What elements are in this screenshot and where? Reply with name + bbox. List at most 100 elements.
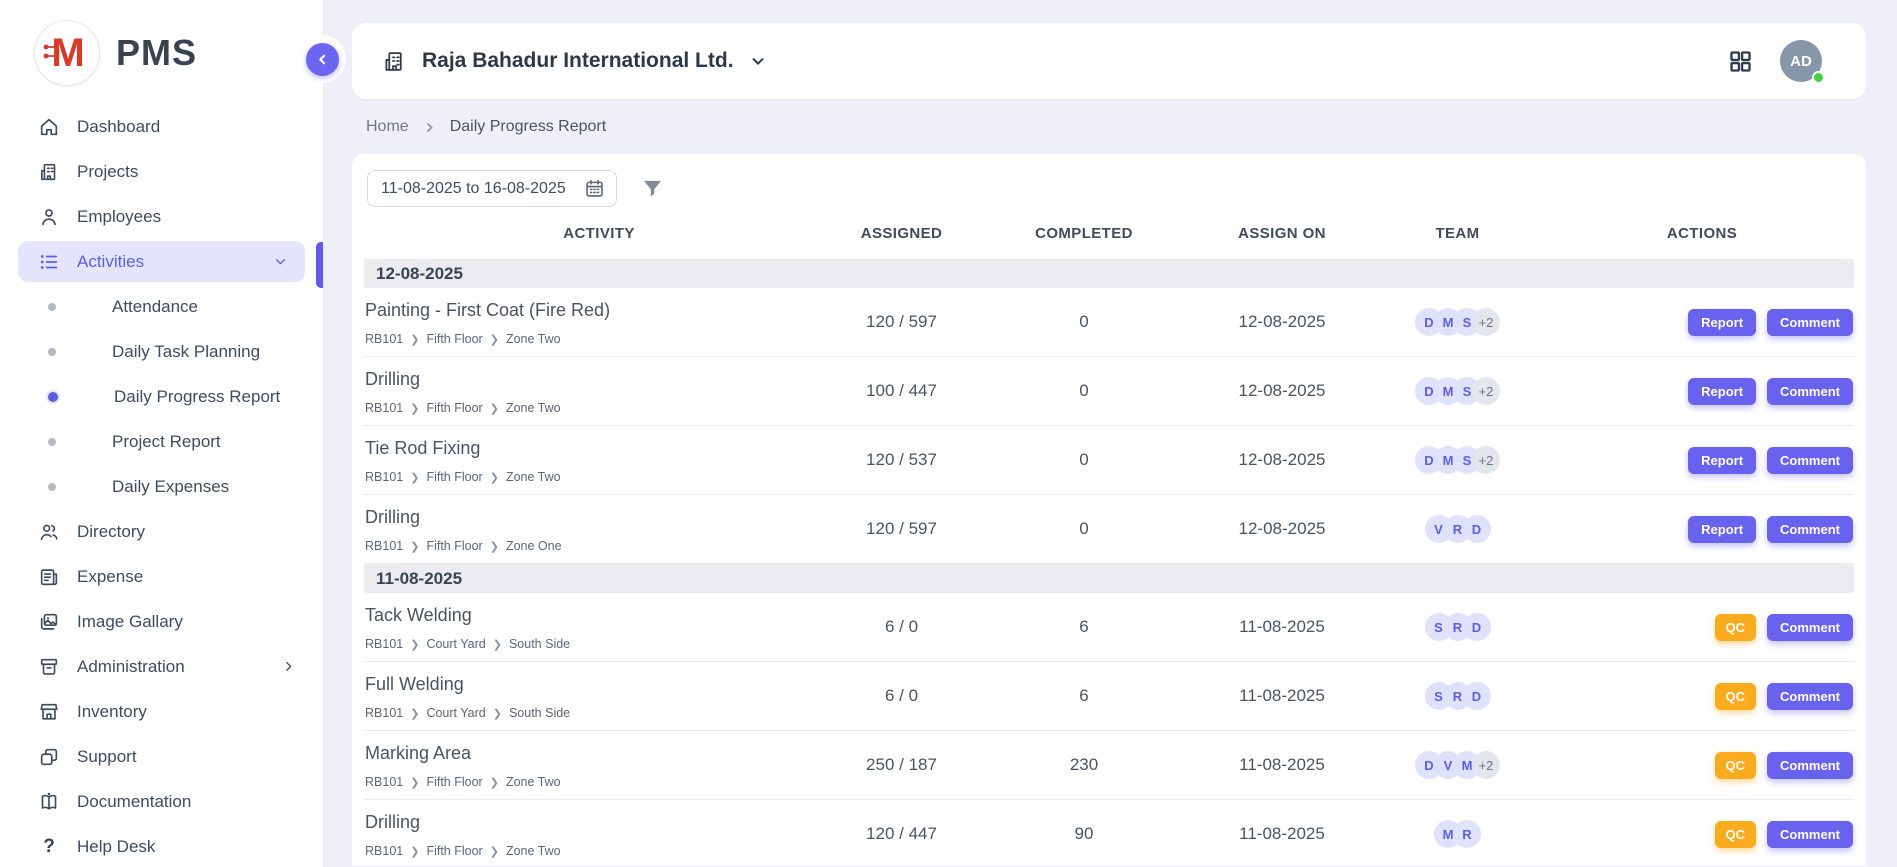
sidebar-item-project-report[interactable]: Project Report <box>0 419 323 464</box>
comment-button[interactable]: Comment <box>1767 309 1853 336</box>
sidebar-item-inventory[interactable]: Inventory <box>0 689 323 734</box>
activity-cell: Marking AreaRB101❯Fifth Floor❯Zone Two <box>364 741 834 789</box>
report-button[interactable]: Report <box>1688 447 1756 474</box>
assign-on-value: 11-08-2025 <box>1199 824 1365 844</box>
path-segment: South Side <box>509 637 570 651</box>
path-chevron-icon: ❯ <box>490 776 499 789</box>
team-avatar[interactable]: D <box>1463 613 1491 641</box>
sidebar-item-projects[interactable]: Projects <box>0 149 323 194</box>
assign-on-value: 12-08-2025 <box>1199 312 1365 332</box>
comment-button[interactable]: Comment <box>1767 614 1853 641</box>
comment-button[interactable]: Comment <box>1767 378 1853 405</box>
path-segment: RB101 <box>365 706 403 720</box>
assign-on-value: 11-08-2025 <box>1199 686 1365 706</box>
sidebar-item-daily-expenses[interactable]: Daily Expenses <box>0 464 323 509</box>
completed-value: 6 <box>969 686 1199 706</box>
sidebar-item-label: Employees <box>77 207 161 227</box>
path-segment: Court Yard <box>426 637 485 651</box>
chevron-down-icon <box>749 52 767 70</box>
sidebar-item-dashboard[interactable]: Dashboard <box>0 104 323 149</box>
comment-button[interactable]: Comment <box>1767 821 1853 848</box>
completed-value: 230 <box>969 755 1199 775</box>
activity-cell: Full Welding RB101❯Court Yard❯South Side <box>364 672 834 720</box>
team-avatar[interactable]: R <box>1453 820 1481 848</box>
comment-button[interactable]: Comment <box>1767 683 1853 710</box>
breadcrumb-chevron-icon <box>423 121 436 134</box>
qc-button[interactable]: QC <box>1715 614 1757 641</box>
sidebar-item-label: Inventory <box>77 702 147 722</box>
path-segment: Zone Two <box>506 401 561 415</box>
sidebar-item-documentation[interactable]: Documentation <box>0 779 323 824</box>
comment-button[interactable]: Comment <box>1767 516 1853 543</box>
filter-toolbar: 11-08-2025 to 16-08-2025 <box>364 170 1854 207</box>
sidebar-item-attendance[interactable]: Attendance <box>0 284 323 329</box>
column-header-activity: ACTIVITY <box>364 225 834 242</box>
team-avatar[interactable]: D <box>1463 515 1491 543</box>
activity-location-path: RB101❯Court Yard❯South Side <box>365 706 826 720</box>
report-button[interactable]: Report <box>1688 378 1756 405</box>
sidebar-item-image-gallary[interactable]: Image Gallary <box>0 599 323 644</box>
actions-cell: QC Comment <box>1550 821 1854 848</box>
team-extra-count[interactable]: +2 <box>1472 308 1500 336</box>
sidebar-item-daily-progress-report[interactable]: Daily Progress Report <box>0 374 323 419</box>
qc-button[interactable]: QC <box>1715 752 1757 779</box>
team-extra-count[interactable]: +2 <box>1472 377 1500 405</box>
report-button[interactable]: Report <box>1688 516 1756 543</box>
help-icon: ? <box>38 836 60 858</box>
path-segment: Fifth Floor <box>426 539 482 553</box>
team-avatar[interactable]: D <box>1463 682 1491 710</box>
path-segment: Zone Two <box>506 775 561 789</box>
date-group-header: 12-08-2025 <box>364 259 1854 288</box>
store-icon <box>38 701 60 723</box>
archive-icon <box>38 656 60 678</box>
sidebar-item-label: Daily Task Planning <box>112 342 260 362</box>
date-range-input[interactable]: 11-08-2025 to 16-08-2025 <box>367 170 617 207</box>
sidebar-item-help-desk[interactable]: ?Help Desk <box>0 824 323 867</box>
list-icon <box>38 251 60 273</box>
path-segment: RB101 <box>365 637 403 651</box>
activity-name: Tie Rod Fixing <box>365 438 826 459</box>
path-chevron-icon: ❯ <box>410 776 419 789</box>
sidebar-item-expense[interactable]: Expense <box>0 554 323 599</box>
team-cell: DVM+2 <box>1365 751 1550 779</box>
team-extra-count[interactable]: +2 <box>1472 446 1500 474</box>
path-chevron-icon: ❯ <box>490 333 499 346</box>
comment-button[interactable]: Comment <box>1767 752 1853 779</box>
sidebar-item-activities[interactable]: Activities <box>18 241 305 282</box>
sidebar-item-employees[interactable]: Employees <box>0 194 323 239</box>
table-row: DrillingRB101❯Fifth Floor❯Zone Two100 / … <box>364 357 1854 426</box>
qc-button[interactable]: QC <box>1715 821 1757 848</box>
table-row: Marking AreaRB101❯Fifth Floor❯Zone Two25… <box>364 731 1854 800</box>
company-selector[interactable]: Raja Bahadur International Ltd. <box>382 49 767 74</box>
brand-name: PMS <box>116 32 197 74</box>
company-name: Raja Bahadur International Ltd. <box>422 49 734 73</box>
actions-cell: Report Comment <box>1550 378 1854 405</box>
activity-name: Tack Welding <box>365 605 826 626</box>
completed-value: 0 <box>969 519 1199 539</box>
sidebar-item-directory[interactable]: Directory <box>0 509 323 554</box>
actions-cell: QC Comment <box>1550 683 1854 710</box>
assigned-value: 6 / 0 <box>834 617 969 637</box>
filter-funnel-icon[interactable] <box>641 177 664 200</box>
sidebar-item-support[interactable]: Support <box>0 734 323 779</box>
user-avatar[interactable]: AD <box>1780 40 1822 82</box>
table-row: DrillingRB101❯Fifth Floor❯Zone Two120 / … <box>364 800 1854 866</box>
sidebar-item-administration[interactable]: Administration <box>0 644 323 689</box>
team-extra-count[interactable]: +2 <box>1472 751 1500 779</box>
apps-grid-icon[interactable] <box>1727 48 1754 75</box>
path-chevron-icon: ❯ <box>410 540 419 553</box>
report-button[interactable]: Report <box>1688 309 1756 336</box>
activity-name: Full Welding <box>365 674 826 695</box>
path-segment: RB101 <box>365 401 403 415</box>
breadcrumb-home[interactable]: Home <box>366 118 409 136</box>
path-chevron-icon: ❯ <box>410 471 419 484</box>
sidebar-collapse-button[interactable] <box>306 43 339 76</box>
activity-name: Marking Area <box>365 743 826 764</box>
comment-button[interactable]: Comment <box>1767 447 1853 474</box>
sidebar-item-daily-task-planning[interactable]: Daily Task Planning <box>0 329 323 374</box>
path-segment: Zone Two <box>506 332 561 346</box>
qc-button[interactable]: QC <box>1715 683 1757 710</box>
table-row: Full Welding RB101❯Court Yard❯South Side 6… <box>364 662 1854 731</box>
report-card: 11-08-2025 to 16-08-2025 ACTIVITYASSIGNE… <box>352 154 1866 866</box>
path-segment: RB101 <box>365 775 403 789</box>
